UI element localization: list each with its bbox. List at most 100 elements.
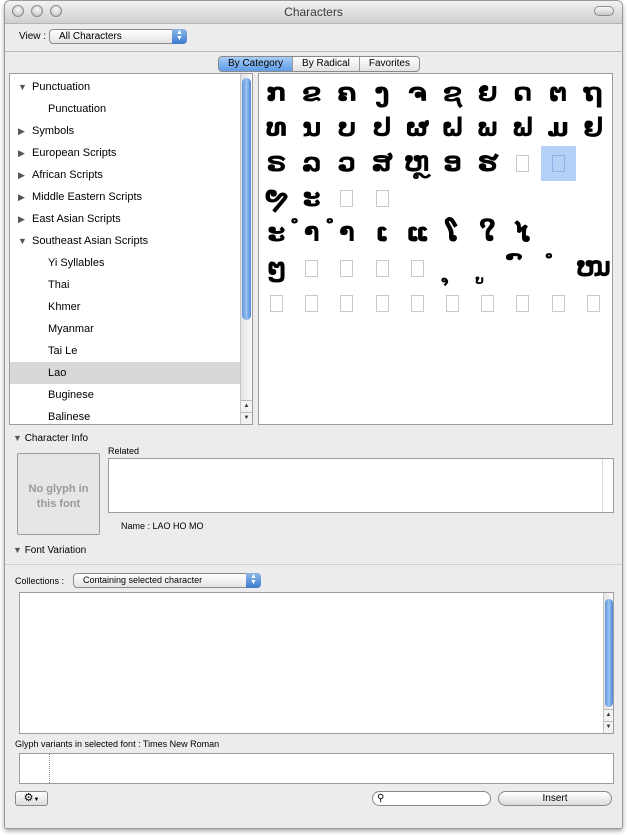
subcategory-item-lao[interactable]: Lao xyxy=(10,362,240,384)
disclosure-closed-icon[interactable]: ▶ xyxy=(18,142,25,164)
character-cell[interactable] xyxy=(329,251,364,286)
disclosure-closed-icon[interactable]: ▶ xyxy=(18,208,25,230)
related-scrollbar[interactable] xyxy=(602,459,613,512)
subcategory-item-myanmar[interactable]: Myanmar xyxy=(10,318,240,340)
font-variation-header[interactable]: ▼ Font Variation xyxy=(13,545,86,556)
category-item-european-scripts[interactable]: ▶ European Scripts xyxy=(10,142,240,164)
character-cell[interactable]: ົ xyxy=(505,251,540,286)
character-cell[interactable]: ກ xyxy=(259,76,294,111)
character-cell[interactable]: ໂ xyxy=(435,216,470,251)
collections-popup[interactable]: Containing selected character ▲ ▼ xyxy=(73,573,261,588)
character-cell[interactable]: ຝ xyxy=(435,111,470,146)
character-cell[interactable]: ແ xyxy=(400,216,435,251)
character-info-header[interactable]: ▼ Character Info xyxy=(13,433,88,444)
subcategory-item-balinese[interactable]: Balinese xyxy=(10,406,240,424)
character-cell[interactable] xyxy=(329,286,364,321)
character-cell[interactable] xyxy=(329,181,364,216)
disclosure-closed-icon[interactable]: ▶ xyxy=(18,186,25,208)
category-item-middle-eastern-scripts[interactable]: ▶ Middle Eastern Scripts xyxy=(10,186,240,208)
character-cell[interactable]: ຜ xyxy=(400,111,435,146)
character-cell[interactable]: ໍ xyxy=(541,251,576,286)
character-cell[interactable]: ໜ xyxy=(576,251,611,286)
character-cell[interactable]: ຍ xyxy=(470,76,505,111)
character-cell[interactable]: ມ xyxy=(541,111,576,146)
character-cell[interactable]: ຕ xyxy=(541,76,576,111)
character-cell[interactable] xyxy=(435,286,470,321)
character-cell[interactable]: ສ xyxy=(365,146,400,181)
scroll-up-arrow-icon[interactable]: ▲ xyxy=(604,709,613,721)
action-menu-button[interactable]: ⚙▼ xyxy=(15,791,48,806)
character-cell[interactable]: ພ xyxy=(470,111,505,146)
category-item-punctuation[interactable]: ▼ Punctuation xyxy=(10,76,240,98)
character-cell[interactable]: ູ xyxy=(470,251,505,286)
character-cell[interactable] xyxy=(541,286,576,321)
character-cell[interactable]: ຯ xyxy=(259,181,294,216)
subcategory-item-buginese[interactable]: Buginese xyxy=(10,384,240,406)
character-cell[interactable]: ະ xyxy=(259,216,294,251)
character-cell[interactable]: ລ xyxy=(294,146,329,181)
insert-button[interactable]: Insert xyxy=(498,791,612,806)
character-cell[interactable] xyxy=(540,146,576,181)
character-cell[interactable]: ອ xyxy=(435,146,470,181)
scroll-down-arrow-icon[interactable]: ▼ xyxy=(604,721,613,733)
character-cell[interactable] xyxy=(294,251,329,286)
character-cell[interactable]: ໍາ xyxy=(329,216,364,251)
subcategory-item-punctuation[interactable]: Punctuation xyxy=(10,98,240,120)
character-cell[interactable]: ຊ xyxy=(435,76,470,111)
scroll-thumb[interactable] xyxy=(242,78,251,320)
character-cell[interactable] xyxy=(365,181,400,216)
character-cell[interactable] xyxy=(365,286,400,321)
character-cell[interactable]: ປ xyxy=(365,111,400,146)
character-cell[interactable]: ຖ xyxy=(576,76,611,111)
character-cell[interactable]: ທ xyxy=(259,111,294,146)
character-cell[interactable]: ດ xyxy=(505,76,540,111)
search-field[interactable]: ⚲ xyxy=(372,791,491,806)
character-cell[interactable] xyxy=(259,286,294,321)
character-cell[interactable]: ຣ xyxy=(259,146,294,181)
character-cell[interactable]: ບ xyxy=(329,111,364,146)
character-cell[interactable] xyxy=(294,286,329,321)
disclosure-open-icon[interactable]: ▼ xyxy=(18,76,27,98)
character-cell[interactable]: ໄ xyxy=(505,216,540,251)
character-cell[interactable]: ຟ xyxy=(505,111,540,146)
character-cell[interactable]: ະ xyxy=(294,181,329,216)
character-cell[interactable] xyxy=(505,286,540,321)
font-list-scrollbar[interactable]: ▲ ▼ xyxy=(603,593,613,733)
font-collections-list[interactable]: ▲ ▼ xyxy=(19,592,614,734)
subcategory-item-tai-le[interactable]: Tai Le xyxy=(10,340,240,362)
character-cell[interactable]: ຸ xyxy=(435,251,470,286)
character-cell[interactable]: ນ xyxy=(294,111,329,146)
toolbar-toggle-button[interactable] xyxy=(594,6,614,16)
disclosure-closed-icon[interactable]: ▶ xyxy=(18,120,25,142)
character-cell[interactable] xyxy=(400,286,435,321)
character-cell[interactable]: ວ xyxy=(329,146,364,181)
character-cell[interactable]: ຄ xyxy=(329,76,364,111)
category-item-symbols[interactable]: ▶ Symbols xyxy=(10,120,240,142)
category-item-african-scripts[interactable]: ▶ African Scripts xyxy=(10,164,240,186)
character-cell[interactable] xyxy=(365,251,400,286)
view-popup[interactable]: All Characters ▲ ▼ xyxy=(49,29,187,44)
subcategory-item-yi-syllables[interactable]: Yi Syllables xyxy=(10,252,240,274)
character-cell[interactable]: ຳ xyxy=(294,216,329,251)
category-scrollbar[interactable]: ▲ ▼ xyxy=(240,74,252,424)
subcategory-item-thai[interactable]: Thai xyxy=(10,274,240,296)
tab-by-radical[interactable]: By Radical xyxy=(292,57,359,71)
character-cell[interactable] xyxy=(470,286,505,321)
category-item-southeast-asian-scripts[interactable]: ▼ Southeast Asian Scripts xyxy=(10,230,240,252)
disclosure-closed-icon[interactable]: ▶ xyxy=(18,164,25,186)
character-cell[interactable]: ຮ xyxy=(470,146,505,181)
tab-favorites[interactable]: Favorites xyxy=(358,57,419,71)
scroll-down-arrow-icon[interactable]: ▼ xyxy=(241,412,252,424)
tab-by-category[interactable]: By Category xyxy=(219,57,293,71)
subcategory-item-khmer[interactable]: Khmer xyxy=(10,296,240,318)
character-cell[interactable] xyxy=(576,286,611,321)
scroll-thumb[interactable] xyxy=(605,599,613,707)
character-cell[interactable]: ໃ xyxy=(470,216,505,251)
character-cell[interactable]: ຈ xyxy=(400,76,435,111)
character-cell[interactable]: ຢ xyxy=(576,111,611,146)
character-cell[interactable]: ງ xyxy=(365,76,400,111)
character-cell[interactable]: ໆ xyxy=(259,251,294,286)
character-cell[interactable] xyxy=(400,251,435,286)
scroll-up-arrow-icon[interactable]: ▲ xyxy=(241,400,252,412)
character-cell[interactable]: ເ xyxy=(365,216,400,251)
